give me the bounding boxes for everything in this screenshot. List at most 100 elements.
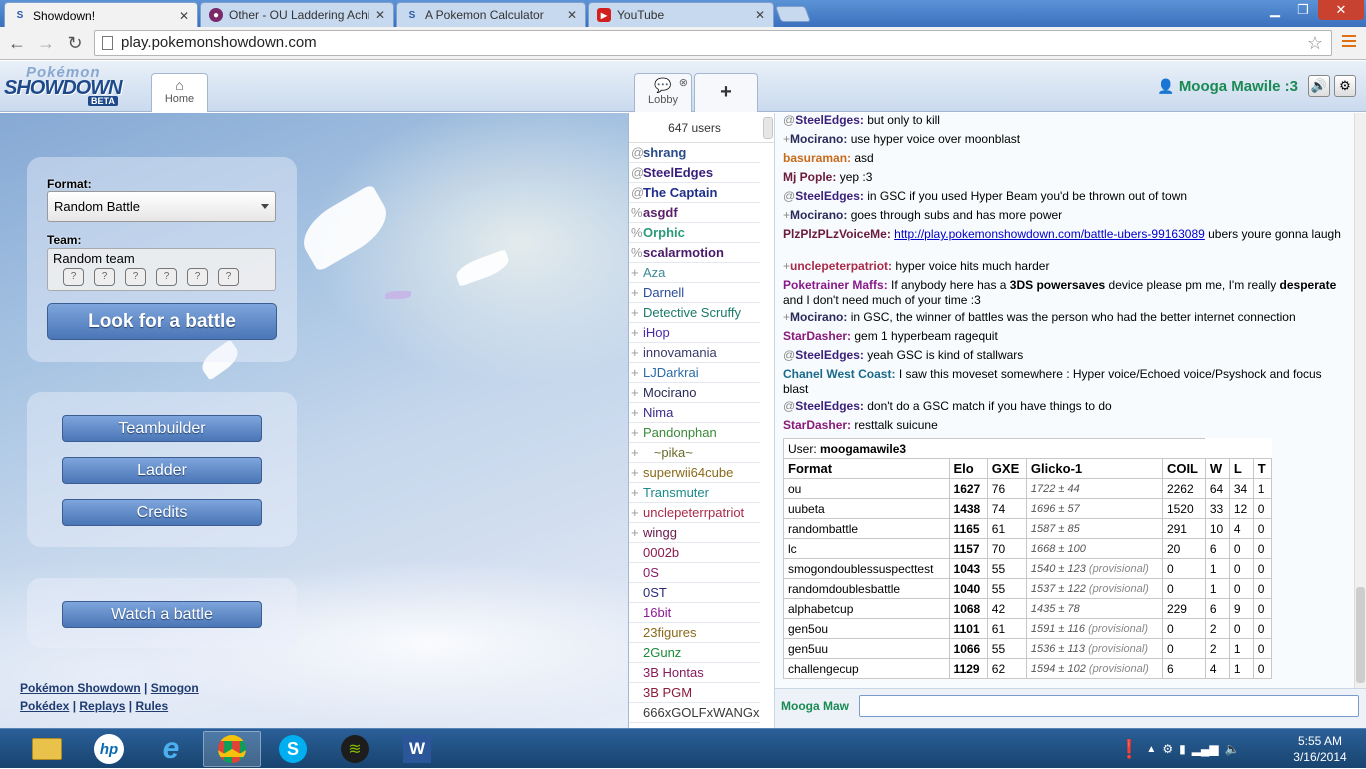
- chrome-icon[interactable]: [203, 731, 261, 767]
- skype-icon[interactable]: S: [264, 731, 322, 767]
- user-list-item[interactable]: + Pandonphan: [629, 423, 760, 443]
- scroll-thumb[interactable]: [1356, 587, 1365, 683]
- chat-user[interactable]: Poketrainer Maffs: [783, 278, 884, 292]
- user-list-item[interactable]: + ~pika~: [629, 443, 760, 463]
- user-list-item[interactable]: 2Gunz: [629, 643, 760, 663]
- file-explorer-icon[interactable]: [18, 731, 76, 767]
- user-list-item[interactable]: + iHop: [629, 323, 760, 343]
- close-icon[interactable]: ✕: [567, 8, 577, 22]
- chat-user[interactable]: SteelEdges: [795, 348, 860, 362]
- chat-user[interactable]: Mocirano: [790, 208, 843, 222]
- chat-user[interactable]: SteelEdges: [795, 399, 860, 413]
- chat-user[interactable]: Chanel West Coast: [783, 367, 891, 381]
- user-list-item[interactable]: + Detective Scruffy: [629, 303, 760, 323]
- user-list-item[interactable]: + Darnell: [629, 283, 760, 303]
- user-list-item[interactable]: @shrang: [629, 143, 760, 163]
- word-icon[interactable]: W: [388, 731, 446, 767]
- chat-user[interactable]: PlzPlzPLzVoiceMe: [783, 227, 887, 241]
- new-tab-button[interactable]: [775, 6, 811, 22]
- user-list-item[interactable]: @SteelEdges: [629, 163, 760, 183]
- window-close-icon[interactable]: ✕: [1318, 0, 1364, 20]
- user-list-item[interactable]: 666xGOLFxWANGx: [629, 703, 760, 723]
- link-replays[interactable]: Replays: [79, 699, 125, 713]
- user-list-item[interactable]: 23figures: [629, 623, 760, 643]
- browser-tab-showdown[interactable]: S Showdown! ✕: [4, 2, 198, 28]
- link-smogon[interactable]: Smogon: [151, 681, 199, 695]
- link-pokemon-showdown[interactable]: Pokémon Showdown: [20, 681, 141, 695]
- user-list-item[interactable]: 0S: [629, 563, 760, 583]
- watch-battle-button[interactable]: Watch a battle: [62, 601, 262, 628]
- network-icon[interactable]: ▂▄▆: [1192, 742, 1219, 756]
- browser-tab-forum[interactable]: ● Other - OU Laddering Achi ✕: [200, 2, 394, 27]
- user-list-item[interactable]: + Mocirano: [629, 383, 760, 403]
- link-rules[interactable]: Rules: [135, 699, 168, 713]
- chat-user[interactable]: Mj Pople: [783, 170, 832, 184]
- user-list-item[interactable]: + LJDarkrai: [629, 363, 760, 383]
- bookmark-star-icon[interactable]: ☆: [1307, 31, 1323, 55]
- new-room-button[interactable]: +: [694, 73, 758, 112]
- forward-arrow-icon[interactable]: →: [35, 32, 57, 54]
- minimize-icon[interactable]: ▁: [1262, 0, 1288, 20]
- hp-icon[interactable]: hp: [80, 731, 138, 767]
- user-list-item[interactable]: %Orphic: [629, 223, 760, 243]
- close-icon[interactable]: ✕: [179, 9, 189, 23]
- chat-user[interactable]: basuraman: [783, 151, 847, 165]
- sound-icon[interactable]: 🔊: [1308, 75, 1330, 97]
- user-list-item[interactable]: @The Captain: [629, 183, 760, 203]
- user-list-item[interactable]: 3B Hontas: [629, 663, 760, 683]
- chat-input[interactable]: [859, 695, 1359, 717]
- close-tab-icon[interactable]: ⊗: [679, 76, 688, 89]
- user-list-item[interactable]: + superwii64cube: [629, 463, 760, 483]
- gear-icon[interactable]: ⚙: [1334, 75, 1356, 97]
- user-list-item[interactable]: 0ST: [629, 583, 760, 603]
- format-select[interactable]: Random Battle: [47, 191, 276, 222]
- ladder-button[interactable]: Ladder: [62, 457, 262, 484]
- user-list-item[interactable]: + Nima: [629, 403, 760, 423]
- user-list-item[interactable]: 16bit: [629, 603, 760, 623]
- user-list-item[interactable]: + Aza: [629, 263, 760, 283]
- volume-icon[interactable]: 🔈: [1225, 742, 1240, 756]
- tray-arrow-icon[interactable]: ▲: [1146, 744, 1156, 755]
- user-list-item[interactable]: + wingg: [629, 523, 760, 543]
- credits-button[interactable]: Credits: [62, 499, 262, 526]
- spotify-icon[interactable]: ≋: [326, 731, 384, 767]
- chat-user[interactable]: SteelEdges: [795, 189, 860, 203]
- chat-user[interactable]: SteelEdges: [795, 113, 860, 127]
- alert-icon[interactable]: ❗: [1118, 739, 1140, 760]
- user-list-item[interactable]: 3B PGM: [629, 683, 760, 703]
- username[interactable]: Mooga Mawile :3: [1179, 78, 1298, 95]
- user-list-item[interactable]: %asgdf: [629, 203, 760, 223]
- look-for-battle-button[interactable]: Look for a battle: [47, 303, 277, 340]
- team-select[interactable]: Random team ? ? ? ? ? ?: [47, 248, 276, 291]
- user-list-item[interactable]: 0002b: [629, 543, 760, 563]
- chat-link[interactable]: http://play.pokemonshowdown.com/battle-u…: [894, 227, 1205, 241]
- user-list-item[interactable]: %scalarmotion: [629, 243, 760, 263]
- teambuilder-button[interactable]: Teambuilder: [62, 415, 262, 442]
- close-icon[interactable]: ✕: [375, 8, 385, 22]
- user-list-item[interactable]: + Transmuter: [629, 483, 760, 503]
- user-list-item[interactable]: + unclepeterrpatriot: [629, 503, 760, 523]
- link-pokedex[interactable]: Pokédex: [20, 699, 69, 713]
- user-list-item[interactable]: + innovamania: [629, 343, 760, 363]
- tab-lobby[interactable]: 💬 Lobby ⊗: [634, 73, 692, 112]
- reload-icon[interactable]: ↻: [64, 32, 86, 54]
- userlist-scrollbar[interactable]: [763, 117, 773, 139]
- address-bar[interactable]: play.pokemonshowdown.com ☆: [94, 30, 1332, 56]
- battery-icon[interactable]: ▮: [1179, 742, 1186, 756]
- tray-app-icon[interactable]: ⚙: [1162, 742, 1173, 756]
- chat-scrollbar[interactable]: [1354, 113, 1366, 688]
- browser-tab-calculator[interactable]: S A Pokemon Calculator ✕: [396, 2, 586, 27]
- showdown-logo[interactable]: Pokémon SHOWDOWN BETA: [4, 64, 146, 108]
- internet-explorer-icon[interactable]: e: [142, 731, 200, 767]
- browser-tab-youtube[interactable]: ▶ YouTube ✕: [588, 2, 774, 27]
- chat-user[interactable]: Mocirano: [790, 132, 843, 146]
- taskbar-clock[interactable]: 5:55 AM 3/16/2014: [1288, 733, 1352, 765]
- close-icon[interactable]: ✕: [755, 8, 765, 22]
- chrome-menu-icon[interactable]: [1342, 35, 1356, 47]
- chat-user[interactable]: unclepeterpatriot: [790, 259, 888, 273]
- tab-home[interactable]: ⌂ Home: [151, 73, 208, 112]
- back-arrow-icon[interactable]: ←: [6, 32, 28, 54]
- chat-user[interactable]: StarDasher: [783, 329, 847, 343]
- chat-user[interactable]: StarDasher: [783, 418, 847, 432]
- restore-icon[interactable]: ❐: [1290, 0, 1316, 20]
